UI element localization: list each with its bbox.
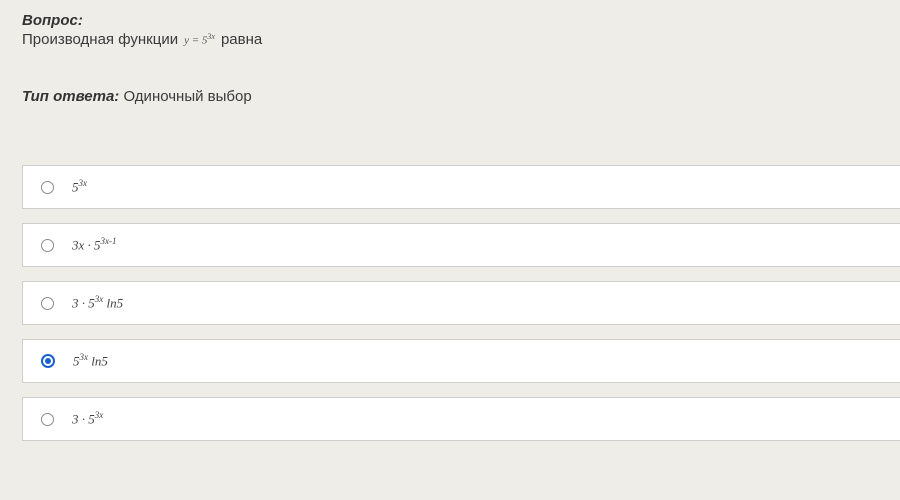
option-text: 3x · 53x-1: [72, 236, 117, 253]
question-text-after: равна: [221, 31, 262, 48]
radio-button[interactable]: [41, 297, 54, 310]
radio-button[interactable]: [41, 181, 54, 194]
options-list: 53x 3x · 53x-1 3 · 53x ln5 53x ln5 3 · 53x: [22, 165, 900, 441]
question-label: Вопрос:: [22, 12, 900, 29]
option-row-1[interactable]: 3x · 53x-1: [22, 223, 900, 267]
answer-type-label: Тип ответа:: [22, 88, 119, 105]
option-row-0[interactable]: 53x: [22, 165, 900, 209]
option-row-2[interactable]: 3 · 53x ln5: [22, 281, 900, 325]
radio-button[interactable]: [41, 413, 54, 426]
option-text: 53x: [72, 178, 87, 195]
radio-button[interactable]: [41, 354, 55, 368]
option-text: 3 · 53x ln5: [72, 294, 123, 311]
option-row-3[interactable]: 53x ln5: [22, 339, 900, 383]
option-row-4[interactable]: 3 · 53x: [22, 397, 900, 441]
answer-type-value: Одиночный выбор: [123, 88, 251, 105]
question-text-before: Производная функции: [22, 31, 178, 48]
question-formula: y = 53x: [182, 32, 217, 47]
radio-button[interactable]: [41, 239, 54, 252]
question-text: Производная функции y = 53x равна: [22, 31, 900, 48]
quiz-page: Вопрос: Производная функции y = 53x равн…: [0, 0, 900, 441]
option-text: 3 · 53x: [72, 410, 103, 427]
answer-type-row: Тип ответа: Одиночный выбор: [22, 88, 900, 105]
option-text: 53x ln5: [73, 352, 108, 369]
